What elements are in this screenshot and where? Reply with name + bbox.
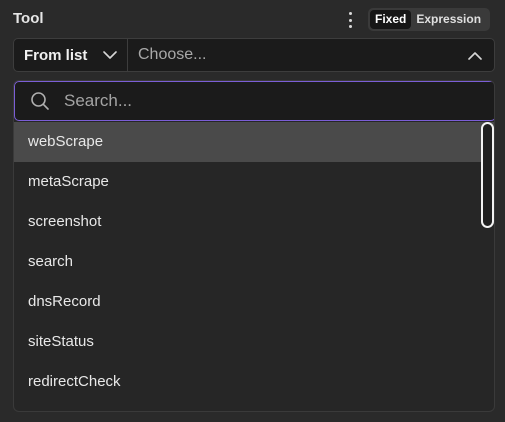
list-item[interactable]: siteStatus [14, 322, 494, 362]
mode-select-value: From list [24, 46, 88, 64]
mode-fixed-button[interactable]: Fixed [370, 10, 412, 29]
mode-expression-button[interactable]: Expression [411, 10, 486, 29]
mode-toggle: Fixed Expression [368, 8, 490, 31]
search-box [14, 81, 494, 121]
list-item[interactable]: webScrape [14, 122, 494, 162]
resource-locator: From list Choose... [13, 38, 495, 72]
field-header: Tool Fixed Expression [0, 0, 505, 38]
chevron-up-icon [468, 52, 482, 60]
list-item[interactable]: screenshot [14, 202, 494, 242]
value-select-placeholder: Choose... [138, 46, 207, 63]
vertical-ellipsis-icon[interactable] [344, 12, 356, 28]
mode-select[interactable]: From list [14, 39, 128, 71]
list-item[interactable]: redirectCheck [14, 362, 494, 402]
chevron-down-icon [103, 51, 117, 59]
field-label: Tool [13, 10, 44, 27]
list-item[interactable]: dnsRecord [14, 282, 494, 322]
search-icon [31, 92, 49, 110]
list-item[interactable]: search [14, 242, 494, 282]
dropdown-panel: webScrape metaScrape screenshot search d… [13, 80, 495, 412]
list-item[interactable]: metaScrape [14, 162, 494, 202]
option-list: webScrape metaScrape screenshot search d… [14, 122, 494, 402]
search-input[interactable] [64, 91, 464, 111]
scrollbar-thumb[interactable] [481, 122, 494, 228]
value-select[interactable]: Choose... [128, 39, 494, 71]
